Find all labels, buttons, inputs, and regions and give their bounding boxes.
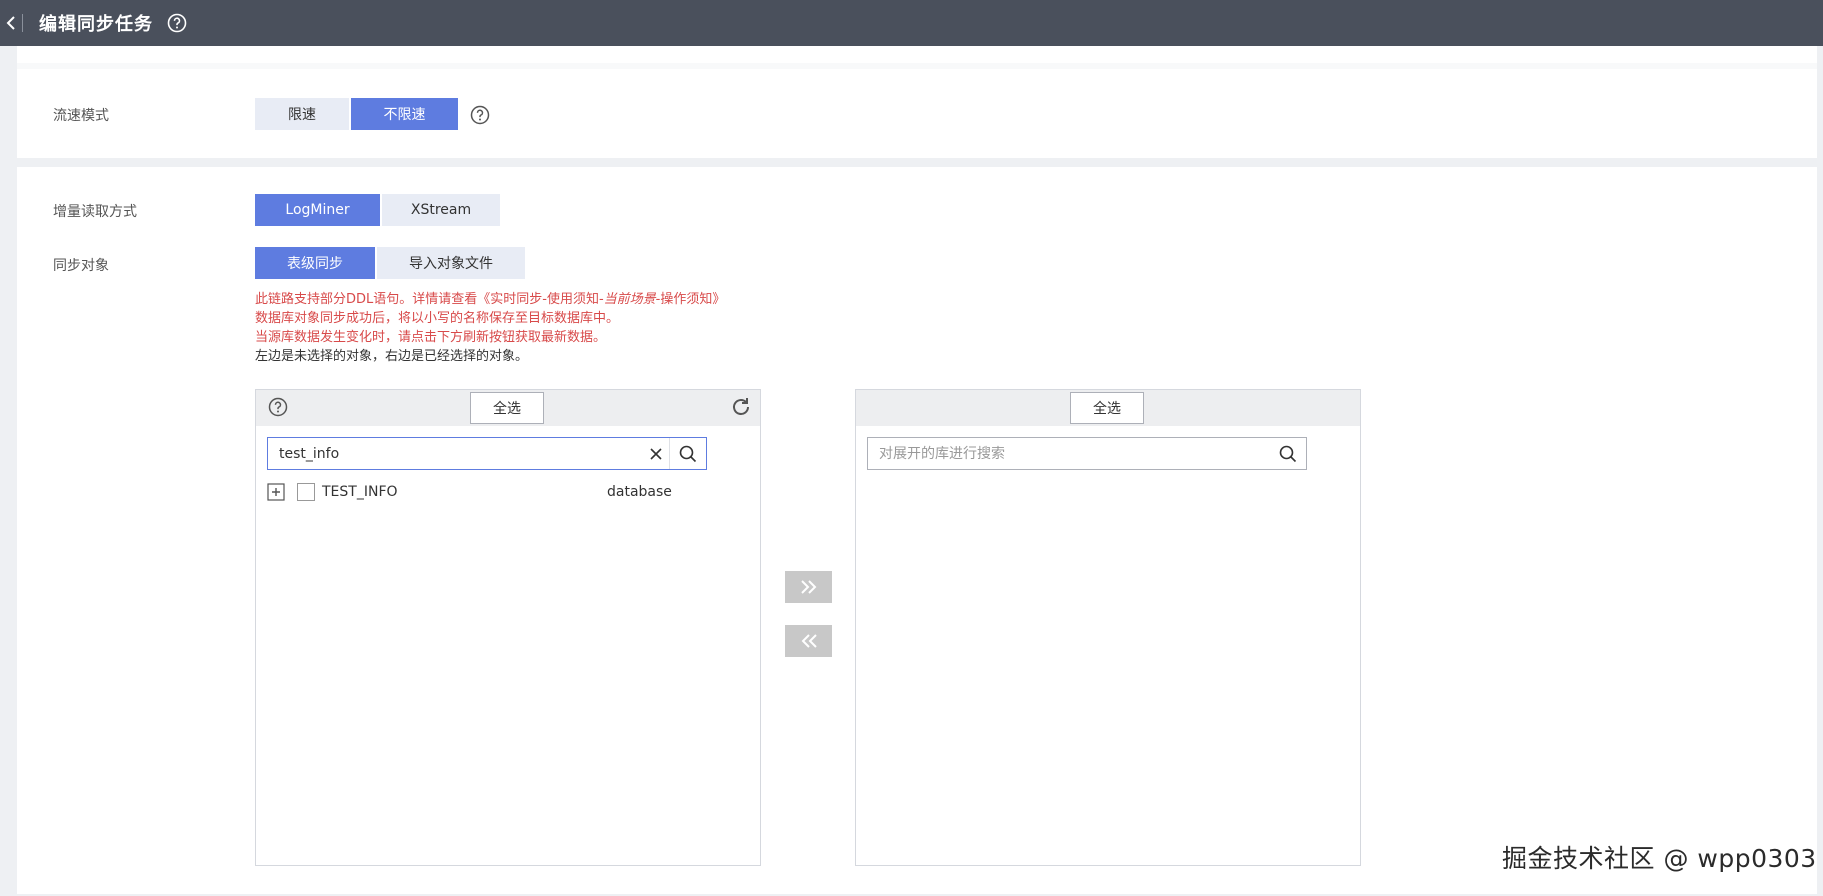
search-button[interactable] [1270, 438, 1306, 469]
watermark: 掘金技术社区 @ wpp0303 [1502, 844, 1817, 873]
refresh-icon[interactable] [730, 396, 752, 418]
rate-limit-option[interactable]: 限速 [255, 98, 349, 130]
back-button[interactable] [0, 0, 22, 46]
tree-item-name: TEST_INFO [322, 484, 398, 500]
selected-objects-panel: 全选 [855, 389, 1361, 866]
clear-search-button[interactable] [642, 438, 670, 469]
object-search-box [267, 437, 707, 470]
sync-object-label: 同步对象 [53, 258, 109, 274]
incremental-read-label: 增量读取方式 [53, 204, 137, 220]
help-icon[interactable] [268, 397, 288, 417]
close-icon [649, 447, 662, 460]
search-button[interactable] [670, 438, 706, 469]
help-icon[interactable] [167, 13, 187, 33]
notice-line-2: 数据库对象同步成功后，将以小写的名称保存至目标数据库中。 [255, 311, 620, 326]
double-chevron-left-icon [801, 634, 817, 648]
tree-item-type: database [607, 484, 672, 500]
object-search-input[interactable] [268, 438, 642, 469]
search-icon [1279, 445, 1297, 462]
move-right-button[interactable] [785, 571, 832, 603]
double-chevron-right-icon [800, 580, 816, 594]
table-level-sync-option[interactable]: 表级同步 [255, 247, 375, 279]
select-all-button[interactable]: 全选 [470, 392, 544, 424]
select-all-button[interactable]: 全选 [1070, 392, 1144, 424]
panel-header: 全选 [856, 390, 1360, 426]
move-left-button[interactable] [785, 625, 832, 657]
flow-mode-label: 流速模式 [53, 108, 109, 124]
notice-line-4: 左边是未选择的对象，右边是已经选择的对象。 [255, 349, 529, 364]
divider [22, 14, 23, 32]
logminer-option[interactable]: LogMiner [255, 194, 380, 226]
flow-mode-card: 流速模式 限速 不限速 [17, 46, 1817, 158]
notice-line-3: 当源库数据发生变化时，请点击下方刷新按钮获取最新数据。 [255, 330, 607, 345]
xstream-option[interactable]: XStream [382, 194, 500, 226]
source-objects-panel: 全选 TEST_INFO database [255, 389, 761, 866]
page-title: 编辑同步任务 [39, 14, 153, 35]
flow-mode-help-icon[interactable] [470, 105, 490, 125]
top-bar: 编辑同步任务 [0, 0, 1823, 46]
tree-item[interactable]: TEST_INFO database [267, 481, 747, 503]
panel-header: 全选 [256, 390, 760, 426]
sync-notice: 此链路支持部分DDL语句。详情请查看《实时同步-使用须知-当前场景-操作须知》 … [255, 292, 726, 364]
no-rate-limit-option[interactable]: 不限速 [351, 98, 458, 130]
import-object-file-option[interactable]: 导入对象文件 [377, 247, 525, 279]
selected-search-box [867, 437, 1307, 470]
expand-icon[interactable] [267, 483, 285, 501]
chevron-left-icon [6, 16, 15, 30]
search-icon [679, 445, 697, 462]
selected-search-input[interactable] [868, 438, 1270, 469]
tree-item-checkbox[interactable] [297, 483, 315, 501]
